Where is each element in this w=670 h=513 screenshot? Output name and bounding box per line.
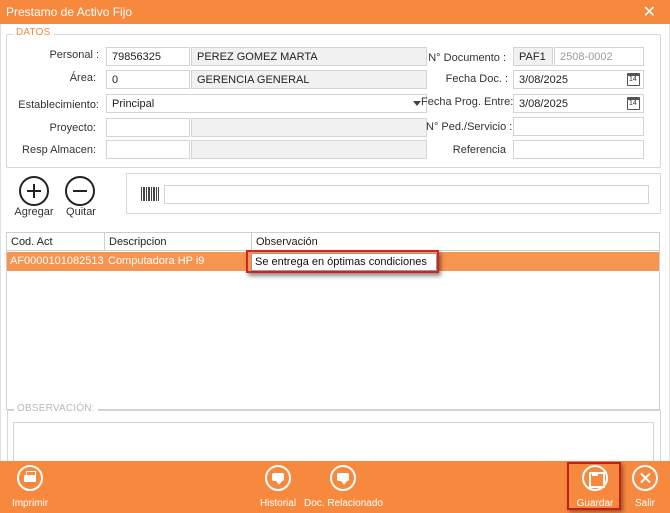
barcode-icon bbox=[141, 187, 159, 201]
resp-almacen-label: Resp Almacen: bbox=[22, 144, 96, 156]
cell-cod-act[interactable]: AF0000101082513 bbox=[7, 252, 105, 271]
area-label: Área: bbox=[69, 72, 96, 84]
establecimiento-label: Establecimiento: bbox=[18, 99, 99, 111]
imprimir-label: Imprimir bbox=[11, 498, 49, 509]
fecha-doc-value: 3/08/2025 bbox=[519, 74, 568, 86]
establecimiento-value: Principal bbox=[112, 98, 155, 110]
datos-legend: DATOS bbox=[13, 27, 54, 38]
exit-icon bbox=[632, 465, 658, 491]
resp-almacen-name-field bbox=[191, 140, 427, 159]
quitar-label: Quitar bbox=[66, 206, 96, 218]
column-header-cod-act[interactable]: Cod. Act bbox=[7, 233, 105, 251]
guardar-button[interactable]: Guardar bbox=[572, 465, 618, 509]
n-ped-servicio-label: N° Ped./Servicio : bbox=[426, 121, 513, 133]
items-grid: Cod. Act Descripcion Observación AF00001… bbox=[6, 232, 660, 410]
calendar-icon[interactable] bbox=[627, 97, 640, 110]
agregar-button[interactable] bbox=[19, 176, 49, 206]
column-header-observacion[interactable]: Observación bbox=[252, 233, 659, 251]
proyecto-code-input[interactable] bbox=[106, 118, 190, 137]
salir-label: Salir bbox=[634, 498, 655, 509]
close-icon[interactable]: ✕ bbox=[643, 2, 656, 22]
n-documento-label: N° Documento : bbox=[428, 52, 506, 64]
table-row[interactable]: AF0000101082513 Computadora HP i9 Se ent… bbox=[7, 252, 659, 271]
printer-icon bbox=[17, 465, 43, 491]
doc-relacionado-label: Doc. Relacionado bbox=[304, 498, 383, 509]
personal-name-field: PEREZ GOMEZ MARTA bbox=[191, 47, 427, 66]
area-name-field: GERENCIA GENERAL bbox=[191, 70, 427, 89]
fecha-prog-entre-label: Fecha Prog. Entre: bbox=[421, 96, 514, 108]
fecha-doc-label: Fecha Doc. : bbox=[445, 73, 508, 85]
column-header-descripcion[interactable]: Descripcion bbox=[105, 233, 252, 251]
referencia-label: Referencia bbox=[452, 144, 506, 156]
salir-button[interactable]: Salir bbox=[628, 465, 662, 509]
save-icon bbox=[582, 465, 608, 491]
cell-observacion-editor[interactable]: Se entrega en óptimas condiciones bbox=[251, 253, 437, 271]
cell-descripcion[interactable]: Computadora HP i9 bbox=[105, 252, 251, 271]
barcode-input[interactable] bbox=[164, 185, 649, 204]
doc-relacionado-button[interactable]: Doc. Relacionado bbox=[304, 465, 383, 509]
observacion-legend: OBSERVACIÓN: bbox=[14, 403, 98, 414]
historial-label: Historial bbox=[259, 498, 297, 509]
personal-code-input[interactable]: 79856325 bbox=[106, 47, 190, 66]
main-window: DATOS Personal : 79856325 PEREZ GOMEZ MA… bbox=[0, 24, 670, 513]
personal-label: Personal : bbox=[49, 49, 99, 61]
proyecto-label: Proyecto: bbox=[49, 122, 96, 134]
quitar-button[interactable] bbox=[65, 176, 95, 206]
historial-button[interactable]: Historial bbox=[257, 465, 299, 509]
window-title: Prestamo de Activo Fijo bbox=[6, 5, 133, 19]
establecimiento-select[interactable]: Principal bbox=[106, 94, 427, 113]
n-ped-servicio-input[interactable] bbox=[513, 117, 644, 136]
fecha-prog-entre-value: 3/08/2025 bbox=[519, 98, 568, 110]
title-bar: Prestamo de Activo Fijo ✕ bbox=[0, 0, 670, 24]
resp-almacen-code-input[interactable] bbox=[106, 140, 190, 159]
documento-numero-field: 2508-0002 bbox=[554, 47, 644, 66]
guardar-label: Guardar bbox=[576, 498, 614, 509]
calendar-icon[interactable] bbox=[627, 73, 640, 86]
referencia-input[interactable] bbox=[513, 140, 644, 159]
footer-toolbar: Imprimir Historial Doc. Relacionado Guar… bbox=[0, 461, 670, 513]
documento-serie-field: PAF1 bbox=[513, 47, 553, 66]
agregar-label: Agregar bbox=[14, 206, 54, 218]
area-code-input[interactable]: 0 bbox=[106, 70, 190, 89]
fecha-prog-entre-input[interactable]: 3/08/2025 bbox=[513, 94, 644, 113]
proyecto-name-field bbox=[191, 118, 427, 137]
imprimir-button[interactable]: Imprimir bbox=[10, 465, 50, 509]
related-doc-icon bbox=[330, 465, 356, 491]
observacion-textarea[interactable] bbox=[13, 422, 654, 463]
chevron-down-icon[interactable] bbox=[413, 101, 421, 106]
fecha-doc-input[interactable]: 3/08/2025 bbox=[513, 70, 644, 89]
history-icon bbox=[265, 465, 291, 491]
